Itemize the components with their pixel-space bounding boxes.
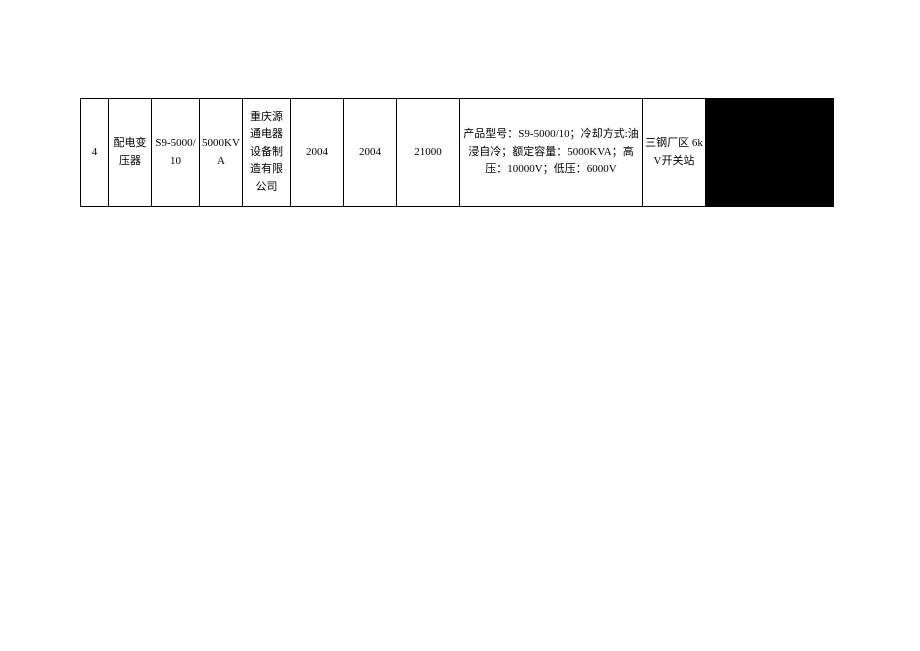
cell-extra [706,99,834,207]
cell-year2: 2004 [344,99,397,207]
cell-value: 21000 [397,99,460,207]
data-table: 4 配电变压器 S9-5000/10 5000KVA 重庆源通电器设备制造有限公… [80,98,834,207]
cell-year1: 2004 [291,99,344,207]
cell-location: 三钢厂区 6kV开关站 [643,99,706,207]
cell-model: S9-5000/10 [152,99,200,207]
cell-index: 4 [81,99,109,207]
cell-capacity: 5000KVA [200,99,243,207]
cell-spec: 产品型号：S9-5000/10；冷却方式:油浸自冷；额定容量：5000KVA；高… [460,99,643,207]
cell-manufacturer: 重庆源通电器设备制造有限公司 [243,99,291,207]
cell-name: 配电变压器 [109,99,152,207]
table-row: 4 配电变压器 S9-5000/10 5000KVA 重庆源通电器设备制造有限公… [81,99,834,207]
